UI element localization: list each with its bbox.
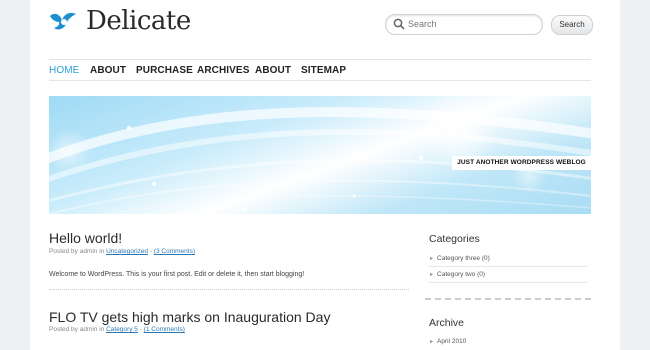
site-title: Delicate bbox=[86, 6, 191, 36]
sidebar-divider bbox=[429, 282, 587, 283]
nav-about[interactable]: ABOUT bbox=[90, 65, 126, 76]
nav-purchase[interactable]: PURCHASE bbox=[136, 65, 193, 76]
category-item[interactable]: ▸ Category three (0) bbox=[430, 255, 490, 262]
nav-archives[interactable]: ARCHIVES bbox=[197, 65, 249, 76]
nav-about-2[interactable]: ABOUT bbox=[255, 65, 291, 76]
post-category-link[interactable]: Uncategorized bbox=[106, 248, 148, 255]
banner-swirl-graphic bbox=[49, 96, 591, 214]
search-field[interactable] bbox=[385, 14, 543, 35]
post-divider bbox=[49, 289, 409, 290]
bird-logo-icon bbox=[50, 12, 76, 30]
nav-home[interactable]: HOME bbox=[49, 65, 79, 76]
sidebar-section-divider bbox=[425, 298, 591, 300]
search-icon bbox=[393, 18, 405, 30]
archive-item[interactable]: ▸ April 2010 bbox=[430, 338, 466, 345]
site-tagline: JUST ANOTHER WORDPRESS WEBLOG bbox=[452, 156, 591, 170]
post-meta: Posted by admin in Uncategorized - (3 Co… bbox=[49, 248, 195, 255]
categories-heading: Categories bbox=[429, 233, 480, 245]
nav-sitemap[interactable]: SITEMAP bbox=[301, 65, 346, 76]
post-comments-link[interactable]: (1 Comments) bbox=[144, 326, 185, 333]
bullet-icon: ▸ bbox=[430, 256, 434, 262]
sidebar-divider bbox=[429, 266, 587, 267]
post-excerpt: Welcome to WordPress. This is your first… bbox=[49, 271, 305, 278]
header-banner bbox=[49, 96, 591, 214]
search-input[interactable] bbox=[408, 17, 533, 31]
site-logo[interactable]: Delicate bbox=[48, 6, 191, 36]
category-label: Category three (0) bbox=[437, 255, 490, 262]
post-title-flo-tv[interactable]: FLO TV gets high marks on Inauguration D… bbox=[49, 309, 330, 325]
post-comments-link[interactable]: (3 Comments) bbox=[154, 248, 195, 255]
post-meta-prefix: Posted by admin in bbox=[49, 248, 105, 255]
post-title-hello-world[interactable]: Hello world! bbox=[49, 230, 122, 246]
category-item[interactable]: ▸ Category two (0) bbox=[430, 271, 485, 278]
bullet-icon: ▸ bbox=[430, 339, 434, 345]
main-navigation: HOME ABOUT PURCHASE ARCHIVES ABOUT SITEM… bbox=[49, 59, 591, 81]
category-label: Category two (0) bbox=[437, 271, 486, 278]
post-meta: Posted by admin in Category 5 - (1 Comme… bbox=[49, 326, 185, 333]
post-meta-prefix: Posted by admin in bbox=[49, 326, 105, 333]
search-button[interactable]: Search bbox=[551, 15, 593, 35]
archive-heading: Archive bbox=[429, 317, 465, 329]
bullet-icon: ▸ bbox=[430, 272, 434, 278]
archive-label: April 2010 bbox=[437, 338, 467, 345]
post-category-link[interactable]: Category 5 bbox=[106, 326, 138, 333]
